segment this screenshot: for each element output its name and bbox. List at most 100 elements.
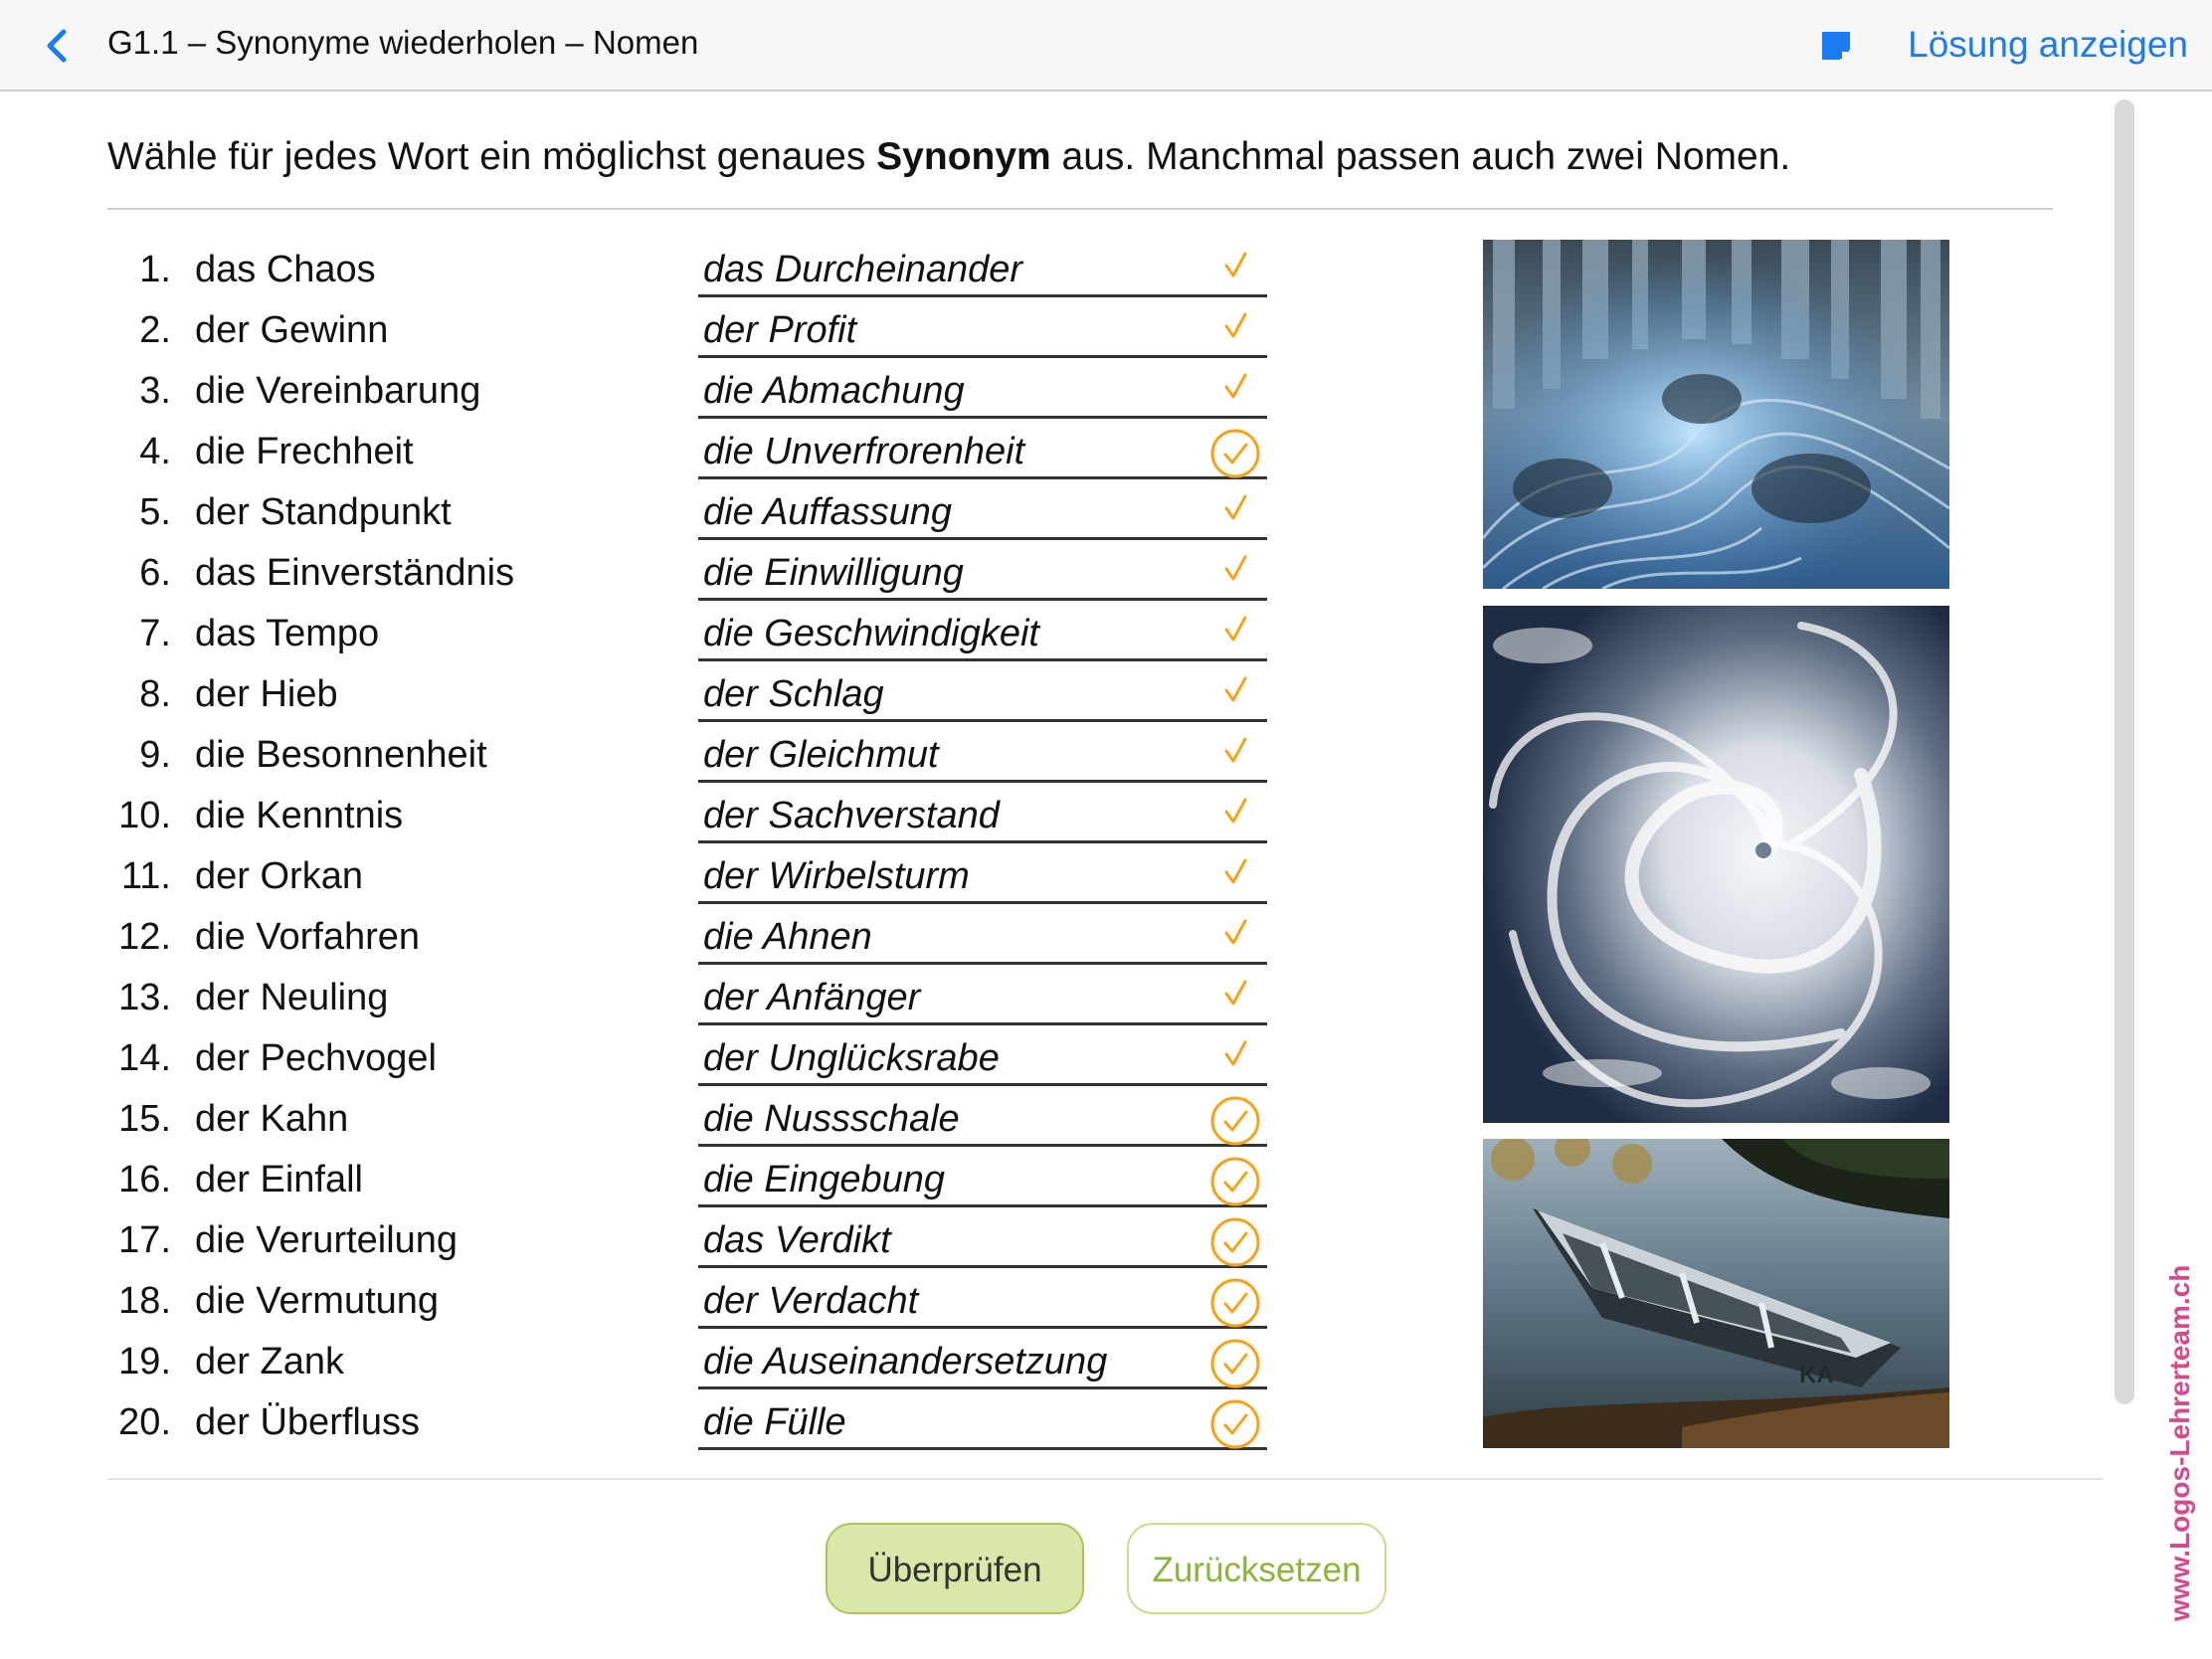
list-item: 3. die Vereinbarung die Abmachung: [0, 360, 1293, 421]
answer-text: die Fülle: [703, 1401, 846, 1443]
answer-field[interactable]: die Ahnen: [698, 906, 1267, 965]
checkmark-icon: [1209, 549, 1261, 601]
instruction-text: Wähle für jedes Wort ein möglichst genau…: [107, 135, 1790, 179]
answer-text: der Profit: [703, 309, 857, 351]
back-chevron-icon[interactable]: [42, 26, 74, 66]
item-word: der Gewinn: [195, 309, 389, 351]
item-number: 18.: [118, 1280, 171, 1322]
check-button[interactable]: Überprüfen: [826, 1523, 1084, 1614]
checkmark-icon: [1209, 367, 1261, 419]
list-item: 14. der Pechvogel der Unglücksrabe: [0, 1027, 1293, 1088]
list-item: 5. der Standpunkt die Auffassung: [0, 481, 1293, 542]
answer-text: die Unverfrorenheit: [703, 431, 1025, 472]
circled-checkmark-icon: [1209, 1338, 1261, 1389]
item-word: der Pechvogel: [195, 1037, 437, 1079]
answer-text: die Auffassung: [703, 491, 952, 533]
item-word: der Einfall: [195, 1159, 363, 1200]
checkmark-icon: [1209, 306, 1261, 358]
fractal-image: [1483, 240, 1949, 589]
answer-text: der Sachverstand: [703, 795, 1000, 836]
answer-field[interactable]: der Verdacht: [698, 1270, 1267, 1329]
checkmark-icon: [1209, 670, 1261, 722]
divider: [107, 208, 2053, 210]
item-number: 1.: [139, 249, 171, 290]
answer-field[interactable]: der Schlag: [698, 663, 1267, 722]
answer-field[interactable]: der Anfänger: [698, 967, 1267, 1025]
answer-text: die Auseinandersetzung: [703, 1341, 1108, 1382]
item-word: das Einverständnis: [195, 552, 515, 594]
answer-field[interactable]: der Unglücksrabe: [698, 1027, 1267, 1086]
answer-text: das Verdikt: [703, 1219, 891, 1261]
answer-field[interactable]: die Unverfrorenheit: [698, 421, 1267, 479]
item-number: 3.: [139, 370, 171, 412]
item-word: die Besonnenheit: [195, 734, 487, 776]
answer-field[interactable]: der Wirbelsturm: [698, 845, 1267, 904]
answer-text: der Schlag: [703, 673, 884, 715]
watermark-text: www.Logos-Lehrerteam.ch: [2164, 1264, 2195, 1621]
answer-field[interactable]: die Fülle: [698, 1391, 1267, 1450]
answer-field[interactable]: die Auseinandersetzung: [698, 1331, 1267, 1389]
answer-field[interactable]: der Sachverstand: [698, 785, 1267, 843]
checkmark-icon: [1209, 974, 1261, 1025]
answer-field[interactable]: das Verdikt: [698, 1209, 1267, 1268]
exercise-list: 1. das Chaos das Durcheinander 2. der Gewinn…: [0, 239, 1293, 1452]
page-title: G1.1 – Synonyme wiederholen – Nomen: [107, 24, 699, 61]
checkmark-icon: [1209, 246, 1261, 297]
item-number: 15.: [118, 1098, 171, 1140]
answer-field[interactable]: die Einwilligung: [698, 542, 1267, 601]
checkmark-icon: [1209, 610, 1261, 661]
item-word: der Standpunkt: [195, 491, 452, 533]
instruction-keyword: Synonym: [876, 135, 1051, 178]
answer-field[interactable]: der Gleichmut: [698, 724, 1267, 783]
item-number: 8.: [139, 673, 171, 715]
list-item: 11. der Orkan der Wirbelsturm: [0, 845, 1293, 906]
answer-text: die Einwilligung: [703, 552, 964, 594]
instruction-part: Wähle für jedes Wort ein möglichst genau…: [107, 135, 877, 178]
list-item: 9. die Besonnenheit der Gleichmut: [0, 724, 1293, 785]
divider: [107, 1478, 2103, 1480]
reset-button[interactable]: Zurücksetzen: [1127, 1523, 1386, 1614]
item-word: das Tempo: [195, 613, 380, 654]
show-solution-button[interactable]: Lösung anzeigen: [1908, 24, 2188, 66]
list-item: 1. das Chaos das Durcheinander: [0, 239, 1293, 299]
item-word: die Verurteilung: [195, 1219, 459, 1261]
list-item: 19. der Zank die Auseinandersetzung: [0, 1331, 1293, 1391]
answer-field[interactable]: die Auffassung: [698, 481, 1267, 540]
circled-checkmark-icon: [1209, 1277, 1261, 1329]
answer-text: der Anfänger: [703, 977, 921, 1018]
circled-checkmark-icon: [1209, 1398, 1261, 1450]
item-number: 14.: [118, 1037, 171, 1079]
list-item: 7. das Tempo die Geschwindigkeit: [0, 603, 1293, 663]
item-number: 12.: [118, 916, 171, 958]
answer-text: die Ahnen: [703, 916, 872, 958]
notes-icon[interactable]: [1818, 28, 1854, 64]
scrollbar-thumb[interactable]: [2115, 99, 2134, 1404]
list-item: 13. der Neuling der Anfänger: [0, 967, 1293, 1027]
item-word: der Hieb: [195, 673, 338, 715]
list-item: 17. die Verurteilung das Verdikt: [0, 1209, 1293, 1270]
item-word: der Neuling: [195, 977, 389, 1018]
item-number: 5.: [139, 491, 171, 533]
answer-field[interactable]: das Durcheinander: [698, 239, 1267, 297]
answer-text: das Durcheinander: [703, 249, 1023, 290]
list-item: 15. der Kahn die Nussschale: [0, 1088, 1293, 1149]
hurricane-image: [1483, 606, 1949, 1123]
answer-field[interactable]: die Nussschale: [698, 1088, 1267, 1147]
boat-lettering: KA: [1799, 1362, 1834, 1388]
checkmark-icon: [1209, 488, 1261, 540]
list-item: 16. der Einfall die Eingebung: [0, 1149, 1293, 1209]
list-item: 12. die Vorfahren die Ahnen: [0, 906, 1293, 967]
item-word: die Vereinbarung: [195, 370, 481, 412]
answer-field[interactable]: die Abmachung: [698, 360, 1267, 419]
list-item: 10. die Kenntnis der Sachverstand: [0, 785, 1293, 845]
circled-checkmark-icon: [1209, 1216, 1261, 1268]
item-word: das Chaos: [195, 249, 376, 290]
answer-field[interactable]: der Profit: [698, 299, 1267, 358]
circled-checkmark-icon: [1209, 1156, 1261, 1207]
circled-checkmark-icon: [1209, 1095, 1261, 1147]
item-number: 11.: [120, 855, 171, 897]
list-item: 8. der Hieb der Schlag: [0, 663, 1293, 724]
checkmark-icon: [1209, 792, 1261, 843]
answer-field[interactable]: die Geschwindigkeit: [698, 603, 1267, 661]
answer-field[interactable]: die Eingebung: [698, 1149, 1267, 1207]
